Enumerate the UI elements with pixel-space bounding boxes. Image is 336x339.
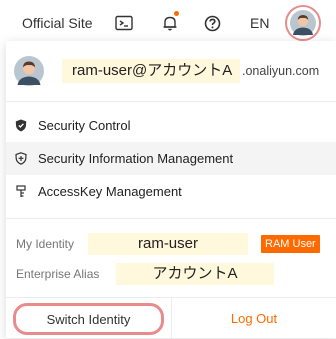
log-out-label: Log Out [230, 311, 278, 326]
my-identity-row: My Identity ram-user RAM User [6, 231, 336, 257]
shield-info-icon [14, 152, 28, 166]
switch-identity-label: Switch Identity [46, 311, 131, 327]
enterprise-alias-row: Enterprise Alias アカウントA [6, 261, 336, 287]
menu-item-security-control[interactable]: Security Control [6, 109, 336, 142]
log-out-button[interactable]: Log Out [172, 298, 336, 339]
official-site-label: Official Site [22, 15, 93, 31]
account-header: ram-user@アカウントA .onaliyun.com [6, 41, 336, 102]
language-switch[interactable]: EN [250, 0, 269, 46]
language-label: EN [250, 15, 270, 31]
menu-item-security-information[interactable]: Security Information Management [6, 142, 336, 175]
divider [6, 218, 336, 219]
my-identity-label: My Identity [16, 237, 75, 251]
terminal-icon[interactable] [115, 0, 133, 46]
account-domain: .onaliyun.com [242, 64, 320, 78]
menu-item-accesskey[interactable]: AccessKey Management [6, 175, 336, 208]
help-icon[interactable] [204, 0, 221, 46]
key-icon [14, 185, 28, 199]
ram-user-badge: RAM User [261, 235, 320, 253]
menu-item-label: Security Information Management [38, 151, 234, 166]
top-nav-bar: Official Site EN [0, 0, 336, 46]
shield-icon [14, 119, 28, 133]
dropdown-footer: Switch Identity Log Out [6, 297, 336, 339]
my-identity-value: ram-user [137, 235, 198, 252]
official-site-link[interactable]: Official Site [22, 0, 93, 46]
menu-item-label: AccessKey Management [38, 184, 182, 199]
notification-dot [174, 11, 179, 16]
avatar-button[interactable] [285, 5, 321, 41]
identity-info: My Identity ram-user RAM User Enterprise… [6, 227, 336, 293]
account-menu: Security Control Security Information Ma… [6, 109, 336, 208]
switch-identity-button[interactable]: Switch Identity [13, 303, 164, 335]
avatar-icon [285, 5, 321, 41]
menu-item-label: Security Control [38, 118, 131, 133]
avatar-icon [14, 56, 44, 86]
bell-icon[interactable] [162, 0, 179, 46]
enterprise-alias-value: アカウントA [152, 265, 238, 282]
account-name: ram-user@アカウントA [72, 62, 233, 79]
enterprise-alias-label: Enterprise Alias [16, 267, 100, 281]
account-dropdown: ram-user@アカウントA .onaliyun.com Security C… [6, 41, 336, 339]
